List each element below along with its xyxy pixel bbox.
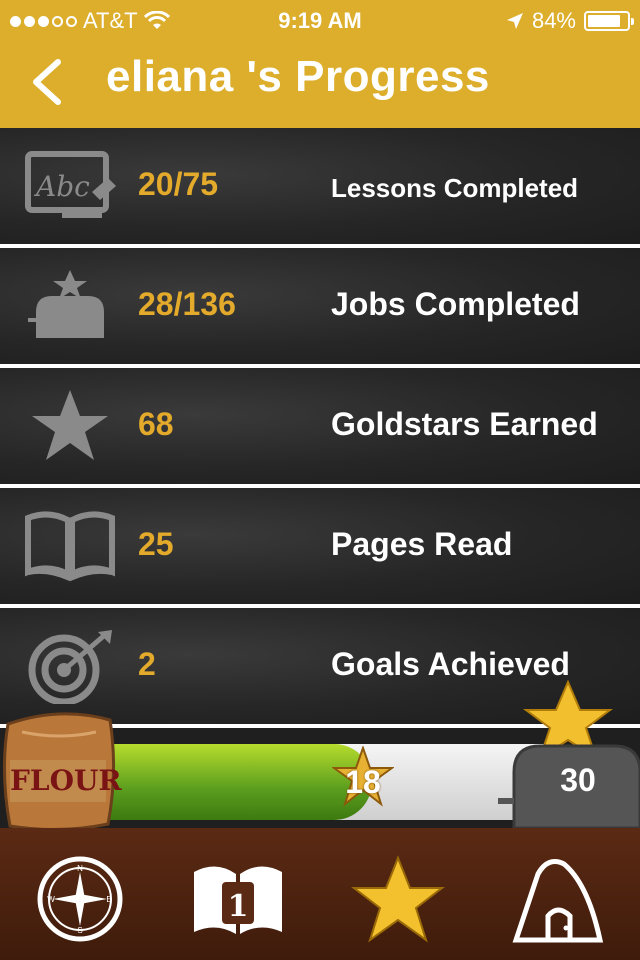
tab-stars[interactable] bbox=[348, 854, 448, 944]
bottom-tab-bar: N S E W 1 bbox=[0, 828, 640, 960]
stat-count: 68 bbox=[138, 406, 174, 442]
stat-label: Jobs Completed bbox=[331, 286, 580, 322]
target-icon bbox=[28, 630, 112, 704]
stat-row-pages: 25 Pages Read bbox=[0, 488, 640, 608]
chalkboard-abc-icon: Abc bbox=[25, 151, 116, 218]
compass-letter-e: E bbox=[106, 895, 111, 904]
status-bar: AT&T 9:19 AM 84% bbox=[0, 0, 640, 40]
stat-label: Lessons Completed bbox=[331, 173, 579, 203]
svg-text:Abc: Abc bbox=[33, 170, 90, 203]
current-star-count: 18 bbox=[345, 764, 381, 800]
stat-count: 20/75 bbox=[138, 166, 219, 202]
stat-count: 2 bbox=[138, 646, 156, 682]
stat-count: 25 bbox=[138, 526, 174, 562]
house-icon bbox=[512, 859, 604, 943]
compass-icon: N S E W bbox=[37, 856, 123, 942]
compass-letter-n: N bbox=[77, 864, 83, 873]
nav-header: eliana 's Progress bbox=[0, 40, 640, 128]
stats-list: Abc 20/75 Lessons Completed 28/136 Jobs … bbox=[0, 128, 640, 728]
stat-label: Goals Achieved bbox=[331, 646, 570, 682]
star-icon bbox=[32, 390, 108, 460]
stat-row-lessons: Abc 20/75 Lessons Completed bbox=[0, 128, 640, 248]
top-bar: AT&T 9:19 AM 84% eliana 's Progress bbox=[0, 0, 640, 128]
stat-row-jobs: 28/136 Jobs Completed bbox=[0, 248, 640, 368]
book-badge-number: 1 bbox=[228, 889, 249, 924]
back-button[interactable] bbox=[24, 54, 74, 110]
stat-label: Goldstars Earned bbox=[331, 406, 598, 442]
flour-label: FLOUR bbox=[10, 764, 122, 797]
stat-row-goldstars: 68 Goldstars Earned bbox=[0, 368, 640, 488]
open-book-icon bbox=[25, 511, 115, 582]
star-tab-icon bbox=[351, 855, 445, 943]
tab-lessons[interactable]: 1 bbox=[188, 854, 288, 944]
page-title: eliana 's Progress bbox=[106, 52, 490, 101]
goal-toaster-icon bbox=[498, 680, 640, 830]
goal-star-count: 30 bbox=[560, 762, 596, 798]
chevron-left-icon bbox=[33, 59, 61, 105]
star-progress: FLOUR 18 30 bbox=[0, 680, 640, 832]
compass-letter-s: S bbox=[77, 926, 82, 935]
stat-label: Pages Read bbox=[331, 526, 513, 562]
tab-home[interactable] bbox=[508, 854, 608, 944]
location-arrow-icon bbox=[506, 13, 523, 29]
compass-letter-w: W bbox=[47, 895, 55, 904]
book-lesson-icon: 1 bbox=[194, 866, 282, 934]
tab-compass[interactable]: N S E W bbox=[30, 854, 130, 944]
battery-group: 84% bbox=[506, 8, 634, 34]
battery-icon bbox=[584, 11, 634, 31]
battery-percent: 84% bbox=[531, 8, 576, 33]
stat-count: 28/136 bbox=[138, 286, 236, 322]
toaster-star-icon bbox=[28, 270, 104, 338]
